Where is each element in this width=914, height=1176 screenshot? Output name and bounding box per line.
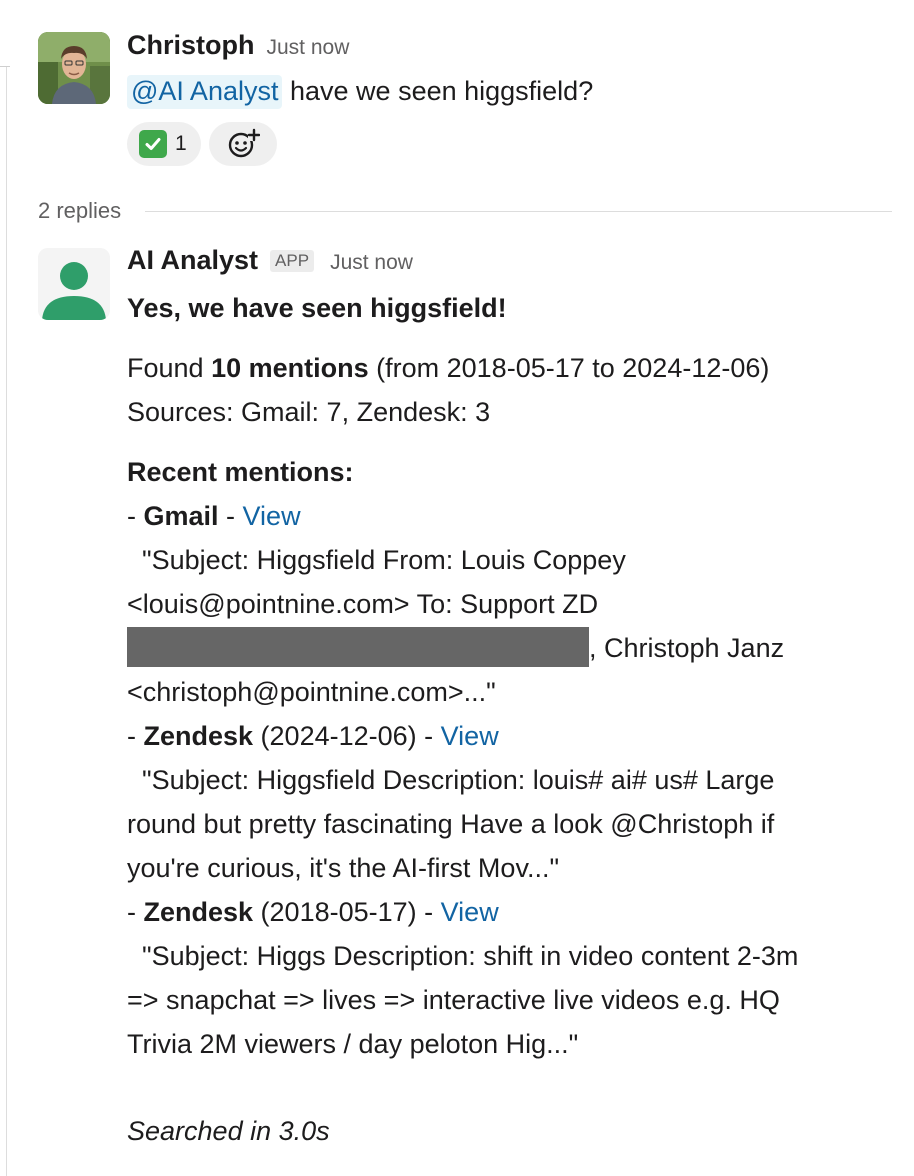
sender-name[interactable]: Christoph xyxy=(127,30,255,60)
view-link[interactable]: View xyxy=(243,501,301,531)
mention-separator: - xyxy=(218,501,243,531)
message-body-text: have we seen higgsfield? xyxy=(290,76,594,106)
mention-snippet-line: , Christoph Janz xyxy=(127,626,897,670)
reaction-count: 1 xyxy=(175,132,187,155)
bot-avatar[interactable] xyxy=(38,248,110,320)
bullet-dash: - xyxy=(127,897,144,927)
reaction-check[interactable]: 1 xyxy=(127,122,201,166)
mention-separator: - xyxy=(416,721,441,751)
mention-snippet-line: => snapchat => lives => interactive live… xyxy=(127,985,780,1015)
avatar[interactable] xyxy=(38,32,110,104)
mention-snippet-line: <christoph@pointnine.com>..." xyxy=(127,677,496,707)
redacted-block xyxy=(127,626,589,667)
mention-source: Gmail xyxy=(143,501,219,531)
mention-snippet-line: <louis@pointnine.com> To: Support ZD xyxy=(127,589,599,619)
mention-snippet-line: "Subject: Higgs Description: shift in vi… xyxy=(127,941,799,971)
bot-headline: Yes, we have seen higgsfield! xyxy=(127,293,507,323)
check-mark-icon xyxy=(139,130,167,158)
avatar-photo-icon xyxy=(38,32,110,104)
view-link[interactable]: View xyxy=(441,721,499,751)
add-reaction-icon xyxy=(228,128,260,158)
user-mention[interactable]: @AI Analyst xyxy=(127,75,283,109)
view-link[interactable]: View xyxy=(441,897,499,927)
recent-heading: Recent mentions: xyxy=(127,457,354,487)
reactions-bar: 1 xyxy=(127,122,277,166)
message-header: Christoph Just now xyxy=(127,30,349,61)
sender-name[interactable]: AI Analyst xyxy=(127,245,258,276)
found-count: 10 mentions xyxy=(211,353,369,383)
timestamp[interactable]: Just now xyxy=(267,36,350,59)
mention-header: - Zendesk (2024-12-06) - View xyxy=(127,714,897,758)
found-range: (from 2018-05-17 to 2024-12-06) xyxy=(376,353,770,383)
mention-header: - Zendesk (2018-05-17) - View xyxy=(127,890,897,934)
bullet-dash: - xyxy=(127,501,144,531)
sources-line: Sources: Gmail: 7, Zendesk: 3 xyxy=(127,397,491,427)
bullet-dash: - xyxy=(127,721,144,751)
mention-separator: - xyxy=(416,897,441,927)
message-header: AI Analyst APP Just now xyxy=(127,245,413,276)
found-prefix: Found xyxy=(127,353,204,383)
mention-snippet-line: "Subject: Higgsfield From: Louis Coppey xyxy=(127,545,626,575)
mention-snippet-line: round but pretty fascinating Have a look… xyxy=(127,809,775,839)
mention-snippet-line: you're curious, it's the AI-first Mov...… xyxy=(127,853,560,883)
app-badge: APP xyxy=(270,249,315,272)
message-text: @AI Analyst have we seen higgsfield? xyxy=(127,70,593,112)
replies-count[interactable]: 2 replies xyxy=(38,198,121,224)
mention-snippet-line: Trivia 2M viewers / day peloton Hig..." xyxy=(127,1029,579,1059)
divider-line xyxy=(145,210,892,212)
mention-header: - Gmail - View xyxy=(127,494,897,538)
found-summary: Found 10 mentions (from 2018-05-17 to 20… xyxy=(127,346,897,390)
timestamp[interactable]: Just now xyxy=(330,251,413,275)
mention-source: Zendesk xyxy=(143,897,254,927)
replies-divider: 2 replies xyxy=(38,196,892,226)
divider-tick xyxy=(0,66,10,67)
user-silhouette-icon xyxy=(38,248,110,320)
mention-source: Zendesk xyxy=(143,721,254,751)
slack-thread: Christoph Just now @AI Analyst have we se… xyxy=(0,0,914,1176)
bot-message-body: Yes, we have seen higgsfield! Found 10 m… xyxy=(127,286,897,1066)
mention-date: (2018-05-17) xyxy=(253,897,417,927)
search-duration: Searched in 3.0s xyxy=(127,1116,330,1146)
thread-border xyxy=(6,66,7,1176)
add-reaction-button[interactable] xyxy=(208,122,277,166)
mention-snippet-line: "Subject: Higgsfield Description: louis#… xyxy=(127,765,775,795)
mention-date: (2024-12-06) xyxy=(253,721,417,751)
snippet-text: , Christoph Janz xyxy=(589,633,785,663)
